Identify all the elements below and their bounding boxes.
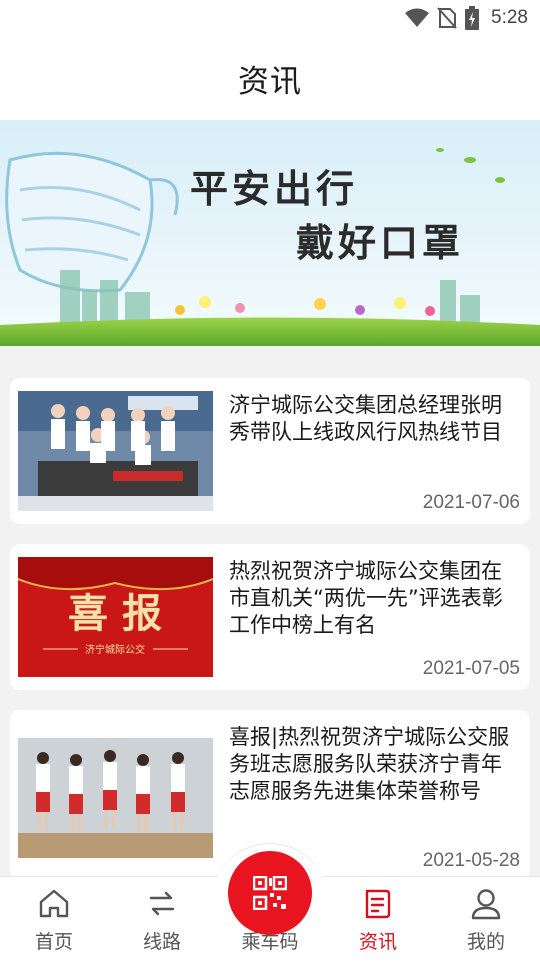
thumb-sub-text: 济宁城际公交 (85, 643, 145, 656)
tab-profile[interactable]: 我的 (432, 877, 540, 961)
news-title: 济宁城际公交集团总经理张明秀带队上线政风行风热线节目 (229, 393, 502, 444)
banner-line2: 戴好口罩 (296, 220, 464, 265)
tab-label: 线路 (142, 931, 181, 953)
news-date: 2021-07-05 (422, 658, 520, 679)
no-sim-icon (437, 7, 457, 29)
wifi-icon (405, 8, 430, 27)
bottom-tab-bar: 首页 线路 乘车码 资讯 我的 (0, 843, 540, 961)
status-bar: 5:28 (0, 0, 540, 36)
news-thumbnail (18, 738, 213, 858)
thumb-main-text: 喜 报 (68, 590, 162, 637)
news-icon (365, 889, 391, 919)
page-title: 资讯 (238, 63, 302, 100)
tab-label: 首页 (34, 931, 73, 953)
news-date: 2021-05-28 (422, 850, 520, 871)
tab-label: 资讯 (358, 931, 397, 953)
qr-code-button[interactable] (228, 851, 312, 935)
tab-home[interactable]: 首页 (0, 877, 108, 961)
news-title: 喜报|热烈祝贺济宁城际公交服务班志愿服务队荣获济宁青年志愿服务先进集体荣誉称号 (229, 725, 510, 803)
status-time: 5:28 (491, 7, 528, 28)
tab-news[interactable]: 资讯 (324, 877, 432, 961)
home-icon (39, 889, 69, 918)
news-thumbnail: 喜 报 济宁城际公交 (18, 557, 213, 677)
page-header: 资讯 (0, 36, 540, 120)
news-thumbnail (18, 391, 213, 511)
battery-charging-icon (465, 6, 480, 30)
tab-qr-code[interactable]: 乘车码 (216, 851, 324, 961)
news-card[interactable]: 济宁城际公交集团总经理张明秀带队上线政风行风热线节目 2021-07-06 (10, 378, 530, 524)
profile-icon (471, 889, 501, 920)
tab-route[interactable]: 线路 (108, 877, 216, 961)
qr-code-icon (253, 876, 287, 910)
news-list: 济宁城际公交集团总经理张明秀带队上线政风行风热线节目 2021-07-06 喜 … (0, 346, 540, 876)
tab-label: 乘车码 (241, 931, 299, 953)
route-icon (149, 891, 175, 916)
tab-label: 我的 (466, 931, 505, 953)
news-title: 热烈祝贺济宁城际公交集团在市直机关“两优一先”评选表彰工作中榜上有名 (229, 559, 503, 637)
news-date: 2021-07-06 (422, 492, 520, 513)
banner-line1: 平安出行 (190, 166, 358, 211)
promo-banner[interactable]: 平安出行 戴好口罩 (0, 120, 540, 346)
news-card[interactable]: 喜 报 济宁城际公交 热烈祝贺济宁城际公交集团在市直机关“两优一先”评选表彰工作… (10, 544, 530, 690)
